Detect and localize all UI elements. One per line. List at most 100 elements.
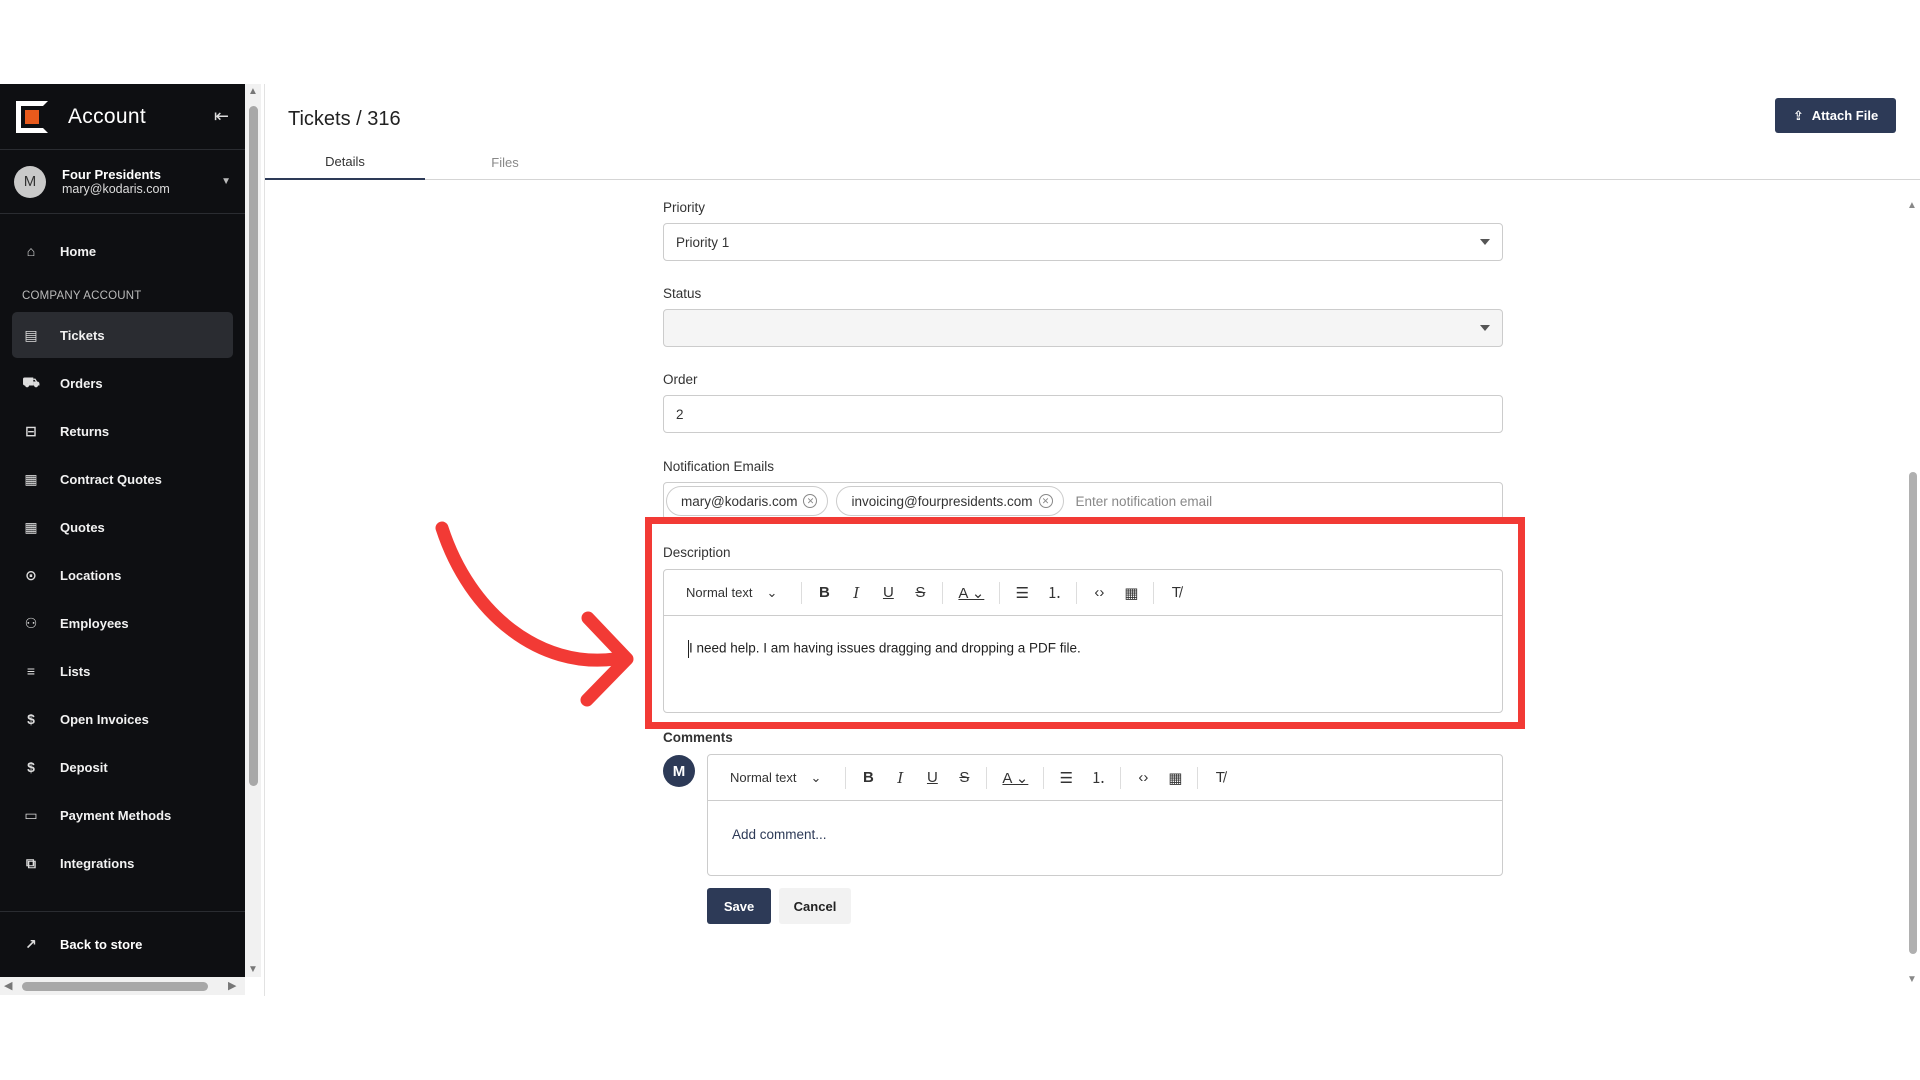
scrollbar-thumb[interactable] (22, 982, 208, 991)
sidebar-item-tickets[interactable]: ▤ Tickets (12, 312, 233, 358)
scrollbar-thumb[interactable] (249, 106, 258, 786)
notification-emails-input[interactable]: mary@kodaris.com ✕ invoicing@fourpreside… (663, 482, 1503, 520)
email-chip-text: mary@kodaris.com (681, 493, 798, 509)
card-icon: ▭ (24, 806, 38, 823)
return-icon: ⊟ (25, 422, 37, 439)
code-icon[interactable]: ‹› (1127, 764, 1159, 792)
sidebar-item-label: Employees (60, 615, 129, 631)
order-value: 2 (676, 406, 684, 422)
comment-body[interactable]: Add comment... (708, 801, 1502, 862)
sidebar-item-payment-methods[interactable]: ▭ Payment Methods (12, 792, 233, 838)
logout-icon[interactable]: ⇤ (214, 106, 229, 127)
sidebar-nav: ⌂ Home COMPANY ACCOUNT ▤ Tickets ⛟ Order… (0, 214, 245, 886)
italic-icon[interactable]: I (884, 764, 916, 792)
caret-down-icon (1480, 239, 1490, 245)
sidebar-vertical-scrollbar[interactable]: ▲ ▼ (245, 84, 261, 977)
clear-format-icon[interactable]: T̸ (1204, 764, 1236, 792)
list-icon: ≡ (26, 663, 36, 679)
sidebar-item-label: Locations (60, 567, 122, 583)
sidebar-item-label: Payment Methods (60, 807, 172, 823)
scroll-left-icon[interactable]: ◀ (4, 979, 12, 992)
underline-icon[interactable]: U (916, 764, 948, 792)
email-chip: mary@kodaris.com ✕ (666, 486, 829, 516)
sidebar: Account ⇤ M Four Presidents mary@kodaris… (0, 84, 245, 977)
back-to-store-link[interactable]: ↗ Back to store (0, 911, 245, 977)
table-icon[interactable]: ▦ (1159, 764, 1191, 792)
integration-icon: ⧉ (26, 854, 36, 871)
sidebar-item-home[interactable]: ⌂ Home (12, 228, 233, 274)
ticket-icon: ▤ (24, 326, 38, 343)
priority-select[interactable]: Priority 1 (663, 223, 1503, 261)
clipboard-icon: ▦ (24, 518, 38, 535)
sidebar-item-returns[interactable]: ⊟ Returns (12, 408, 233, 454)
sidebar-item-open-invoices[interactable]: $ Open Invoices (12, 696, 233, 742)
save-button[interactable]: Save (707, 888, 771, 924)
scroll-right-icon[interactable]: ▶ (228, 979, 236, 992)
user-switcher[interactable]: M Four Presidents mary@kodaris.com ▼ (0, 150, 245, 214)
toolbar-divider (1120, 766, 1122, 789)
kodaris-logo (16, 100, 48, 133)
email-input-placeholder[interactable]: Enter notification email (1076, 494, 1213, 509)
comment-editor[interactable]: Normal text ⌄ B I U S A ⌄ ☰ ⒈ ‹› ▦ T̸ Ad… (707, 754, 1503, 876)
priority-label: Priority (663, 200, 706, 215)
sidebar-item-label: Returns (60, 423, 110, 439)
toolbar-divider (986, 766, 988, 789)
scroll-up-icon[interactable]: ▲ (1907, 200, 1917, 211)
priority-value: Priority 1 (676, 234, 730, 250)
bullet-list-icon[interactable]: ☰ (1050, 764, 1082, 792)
sidebar-item-label: Integrations (60, 855, 135, 871)
avatar: M (14, 165, 46, 198)
highlight-box (645, 517, 1525, 729)
bold-icon[interactable]: B (852, 764, 884, 792)
scrollbar-thumb[interactable] (1909, 472, 1917, 954)
toolbar-divider (845, 766, 847, 789)
attach-file-button[interactable]: ⇪ Attach File (1775, 98, 1896, 133)
attach-file-label: Attach File (1811, 108, 1879, 123)
user-name: Four Presidents (62, 166, 161, 182)
scroll-down-icon[interactable]: ▼ (248, 964, 258, 975)
chevron-down-icon: ⌄ (810, 769, 822, 785)
text-color-icon[interactable]: A ⌄ (993, 764, 1037, 792)
comment-placeholder: Add comment... (732, 827, 827, 842)
sidebar-item-label: Tickets (60, 327, 105, 343)
remove-chip-icon[interactable]: ✕ (803, 494, 818, 508)
location-pin-icon: ⊙ (25, 566, 37, 583)
main-content: Tickets / 316 ⇪ Attach File Details File… (265, 84, 1920, 996)
toolbar-divider (1197, 766, 1199, 789)
sidebar-item-lists[interactable]: ≡ Lists (12, 648, 233, 694)
order-input[interactable]: 2 (663, 395, 1503, 433)
sidebar-item-integrations[interactable]: ⧉ Integrations (12, 840, 233, 886)
upload-icon: ⇪ (1792, 107, 1804, 123)
remove-chip-icon[interactable]: ✕ (1038, 494, 1053, 508)
sidebar-item-label: Orders (60, 375, 103, 391)
email-chip-text: invoicing@fourpresidents.com (851, 493, 1033, 509)
notification-emails-label: Notification Emails (663, 459, 775, 474)
sidebar-item-employees[interactable]: ⚇ Employees (12, 600, 233, 646)
clipboard-icon: ▦ (24, 470, 38, 487)
scroll-up-icon[interactable]: ▲ (248, 86, 258, 97)
email-chip: invoicing@fourpresidents.com ✕ (836, 486, 1064, 516)
status-select[interactable] (663, 309, 1503, 347)
sidebar-item-contract-quotes[interactable]: ▦ Contract Quotes (12, 456, 233, 502)
toolbar-divider (1043, 766, 1045, 789)
sidebar-item-orders[interactable]: ⛟ Orders (12, 360, 233, 406)
sidebar-item-quotes[interactable]: ▦ Quotes (12, 504, 233, 550)
text-style-dropdown[interactable]: Normal text ⌄ (730, 770, 839, 786)
people-icon: ⚇ (24, 614, 38, 631)
truck-icon: ⛟ (22, 373, 40, 390)
strikethrough-icon[interactable]: S (948, 764, 980, 792)
home-icon: ⌂ (26, 243, 36, 259)
sidebar-item-label: Open Invoices (60, 711, 149, 727)
cancel-button[interactable]: Cancel (779, 888, 851, 924)
sidebar-item-label: Lists (60, 663, 91, 679)
status-label: Status (663, 286, 702, 301)
sidebar-item-label: Quotes (60, 519, 105, 535)
sidebar-item-deposit[interactable]: $ Deposit (12, 744, 233, 790)
sidebar-item-label: Deposit (60, 759, 108, 775)
main-vertical-scrollbar[interactable]: ▲ ▼ (1905, 200, 1920, 996)
scroll-down-icon[interactable]: ▼ (1907, 974, 1917, 985)
sidebar-item-locations[interactable]: ⊙ Locations (12, 552, 233, 598)
user-email: mary@kodaris.com (62, 181, 170, 196)
numbered-list-icon[interactable]: ⒈ (1082, 764, 1114, 792)
sidebar-horizontal-scrollbar[interactable]: ◀ ▶ (0, 977, 245, 995)
